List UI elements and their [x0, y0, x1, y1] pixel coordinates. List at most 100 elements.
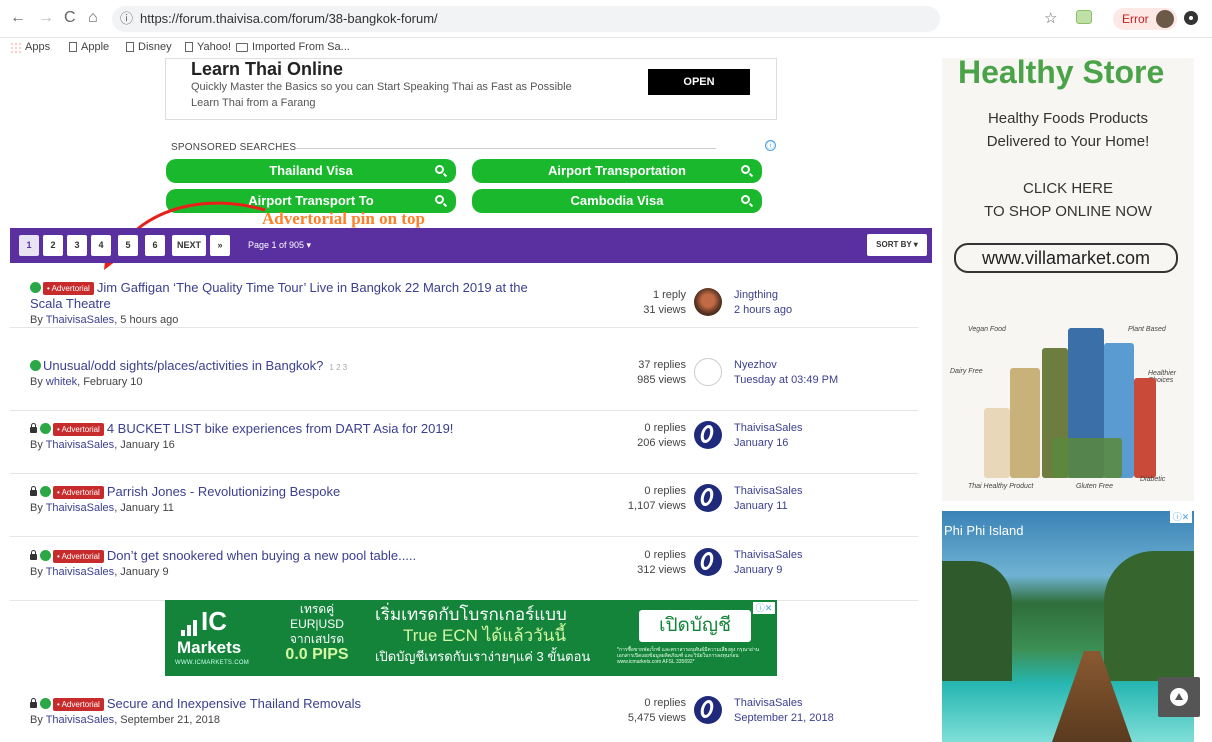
adchoices-close-icon[interactable]: ⓘ✕	[1170, 511, 1192, 523]
extension-icon[interactable]	[1076, 10, 1092, 24]
topic-title-link[interactable]: Parrish Jones - Revolutionizing Bespoke	[107, 484, 340, 499]
topic-title-link[interactable]: 4 BUCKET LIST bike experiences from DART…	[107, 421, 454, 436]
avatar[interactable]	[694, 288, 722, 316]
avatar[interactable]	[694, 548, 722, 576]
author-link[interactable]: ThaivisaSales	[46, 502, 114, 514]
sponsored-search-button[interactable]: Cambodia Visa	[472, 189, 762, 213]
topic-row[interactable]: • Advertorial 4 BUCKET LIST bike experien…	[10, 411, 918, 474]
phi-phi-island-ad[interactable]: Phi Phi Island ⓘ✕	[942, 511, 1194, 742]
last-user-link[interactable]: ThaivisaSales	[734, 484, 802, 499]
bookmark-disney[interactable]: Disney	[126, 41, 172, 53]
bookmark-apple[interactable]: Apple	[69, 41, 109, 53]
divider	[296, 148, 716, 149]
last-user-link[interactable]: ThaivisaSales	[734, 548, 802, 563]
avatar[interactable]	[694, 696, 722, 724]
avatar[interactable]	[694, 421, 722, 449]
learn-thai-ad[interactable]: Learn Thai Online Quickly Master the Bas…	[165, 58, 777, 120]
topic-byline: By ThaivisaSales, January 11	[30, 502, 174, 514]
back-icon[interactable]: ←	[10, 9, 26, 27]
scroll-top-icon[interactable]	[1158, 677, 1200, 717]
topic-row[interactable]: • Advertorial Parrish Jones - Revolutioni…	[10, 474, 918, 537]
sponsored-heading: SPONSORED SEARCHES	[171, 142, 297, 153]
page-button[interactable]: 6	[145, 235, 165, 256]
next-page-button[interactable]: NEXT	[172, 235, 207, 256]
last-page-button[interactable]: »	[210, 235, 230, 256]
last-user-link[interactable]: ThaivisaSales	[734, 421, 802, 436]
avatar[interactable]	[694, 484, 722, 512]
forward-icon[interactable]: →	[38, 9, 54, 27]
home-icon[interactable]: ⌂	[88, 9, 98, 27]
ad-open-button[interactable]: OPEN	[648, 69, 750, 95]
author-link[interactable]: ThaivisaSales	[46, 566, 114, 578]
page-of-dropdown[interactable]: Page 1 of 905 ▾	[248, 240, 311, 251]
author-link[interactable]: ThaivisaSales	[46, 314, 114, 326]
topic-title-link[interactable]: Unusual/odd sights/places/activities in …	[43, 358, 323, 373]
topic-stats: 0 replies 1,107 views	[627, 485, 686, 512]
topic-row[interactable]: • Advertorial Jim Gaffigan ‘The Quality T…	[10, 265, 918, 328]
topic-title-line: • Advertorial 4 BUCKET LIST bike experien…	[30, 421, 550, 437]
extension-menu-icon[interactable]	[1184, 11, 1198, 25]
topic-title-line: • Advertorial Jim Gaffigan ‘The Quality T…	[30, 280, 550, 312]
ad-line-1: Quickly Master the Basics so you can Sta…	[191, 81, 572, 93]
last-user-link[interactable]: Jingthing	[734, 288, 792, 303]
topic-byline: By ThaivisaSales, January 16	[30, 439, 175, 451]
annotation-label: Advertorial pin on top	[262, 209, 425, 228]
topic-page-links[interactable]: 1 2 3	[329, 363, 347, 372]
author-link[interactable]: ThaivisaSales	[46, 714, 114, 726]
author-link[interactable]: whitek	[46, 376, 77, 388]
bookmark-apps[interactable]: Apps	[10, 41, 50, 53]
author-link[interactable]: ThaivisaSales	[46, 439, 114, 451]
avatar[interactable]	[694, 358, 722, 386]
bookmark-yahoo[interactable]: Yahoo!	[185, 41, 231, 53]
avatar	[1156, 10, 1174, 28]
ad-tag: Gluten Free	[1076, 483, 1113, 490]
topic-title-link[interactable]: Don’t get snookered when buying a new po…	[107, 548, 416, 563]
last-user-link[interactable]: Nyezhov	[734, 358, 838, 373]
page-button[interactable]: 1	[19, 235, 39, 256]
last-date-link[interactable]: January 11	[734, 499, 802, 514]
open-account-button[interactable]: เปิดบัญชี	[639, 610, 751, 642]
last-date-link[interactable]: January 9	[734, 563, 802, 578]
icmarkets-ad[interactable]: IC Markets WWW.ICMARKETS.COM เทรดคู่ EUR…	[165, 600, 777, 676]
healthy-store-ad[interactable]: Healthy Store Healthy Foods Products Del…	[942, 58, 1194, 501]
last-date-link[interactable]: September 21, 2018	[734, 711, 834, 726]
topic-row[interactable]: Unusual/odd sights/places/activities in …	[10, 348, 918, 411]
topic-row[interactable]: • Advertorial Secure and Inexpensive Thai…	[10, 686, 918, 742]
pin-icon	[40, 550, 51, 561]
star-icon[interactable]: ☆	[1044, 9, 1057, 27]
page-icon	[126, 42, 134, 52]
last-date-link[interactable]: 2 hours ago	[734, 303, 792, 318]
page-icon	[185, 42, 193, 52]
topic-byline: By ThaivisaSales, September 21, 2018	[30, 714, 220, 726]
advertorial-badge: • Advertorial	[53, 423, 104, 436]
topic-title-link[interactable]: Secure and Inexpensive Thailand Removals	[107, 696, 361, 711]
last-user-link[interactable]: ThaivisaSales	[734, 696, 834, 711]
sort-by-button[interactable]: SORT BY ▾	[867, 234, 927, 256]
topic-row[interactable]: • Advertorial Don’t get snookered when bu…	[10, 538, 918, 601]
last-post: ThaivisaSales January 16	[734, 421, 802, 451]
page-button[interactable]: 5	[118, 235, 138, 256]
info-icon[interactable]: ⓘ	[120, 6, 133, 32]
topic-title-line: • Advertorial Secure and Inexpensive Thai…	[30, 696, 550, 712]
last-post: Nyezhov Tuesday at 03:49 PM	[734, 358, 838, 388]
page-button[interactable]: 3	[67, 235, 87, 256]
info-icon[interactable]: ⓘ	[765, 140, 776, 151]
profile-error-button[interactable]: Error	[1113, 8, 1177, 30]
last-date-link[interactable]: Tuesday at 03:49 PM	[734, 373, 838, 388]
sponsored-search-button[interactable]: Thailand Visa	[166, 159, 456, 183]
topic-stats: 1 reply 31 views	[643, 289, 686, 316]
last-date-link[interactable]: January 16	[734, 436, 802, 451]
page-button[interactable]: 4	[91, 235, 111, 256]
adchoices-close-icon[interactable]: ⓘ✕	[753, 602, 775, 614]
search-icon	[741, 195, 750, 204]
bookmark-imported[interactable]: Imported From Sa...	[236, 41, 350, 53]
ad-url[interactable]: www.villamarket.com	[954, 243, 1178, 273]
page-button[interactable]: 2	[43, 235, 63, 256]
browser-toolbar: ← → C ⌂ ⓘ https://forum.thaivisa.com/for…	[0, 0, 1212, 38]
sponsored-search-button[interactable]: Airport Transportation	[472, 159, 762, 183]
ad-tag: Thai Healthy Product	[968, 483, 1034, 490]
lock-icon	[30, 550, 37, 560]
topic-title-link[interactable]: Jim Gaffigan ‘The Quality Time Tour’ Liv…	[30, 280, 528, 311]
address-bar[interactable]: ⓘ https://forum.thaivisa.com/forum/38-ba…	[112, 6, 940, 32]
reload-icon[interactable]: C	[64, 9, 76, 27]
